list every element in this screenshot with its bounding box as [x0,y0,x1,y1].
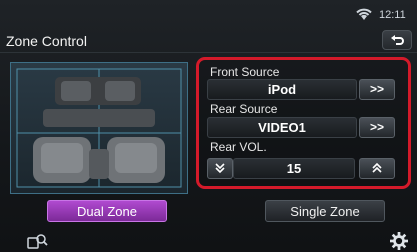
rear-vol-label: Rear VOL. [210,140,267,154]
front-source-field[interactable]: iPod [207,79,357,100]
car-seat-illustration [10,62,188,194]
clock: 12:11 [379,9,406,21]
dual-zone-button[interactable]: Dual Zone [47,200,167,222]
source-controls-panel: Front Source iPod >> Rear Source VIDEO1 … [196,57,411,189]
search-icon[interactable] [27,232,49,250]
back-icon [391,35,404,45]
gear-icon[interactable] [389,232,409,250]
front-source-next-button[interactable]: >> [359,79,395,100]
back-button[interactable] [382,30,412,50]
page-title: Zone Control [6,33,87,49]
rear-source-label: Rear Source [210,102,278,116]
rear-source-field[interactable]: VIDEO1 [207,117,357,138]
volume-up-button[interactable] [359,158,395,179]
volume-down-button[interactable] [207,158,233,179]
rear-volume-value: 15 [233,158,355,179]
status-bar: 12:11 [0,0,417,28]
car-seats-icon [16,68,182,188]
header-divider [0,52,417,53]
chevron-up-icon [372,162,382,173]
wifi-icon [356,8,372,20]
chevron-down-icon [215,163,225,174]
front-source-label: Front Source [210,65,280,79]
single-zone-button[interactable]: Single Zone [265,200,385,222]
rear-source-next-button[interactable]: >> [359,117,395,138]
